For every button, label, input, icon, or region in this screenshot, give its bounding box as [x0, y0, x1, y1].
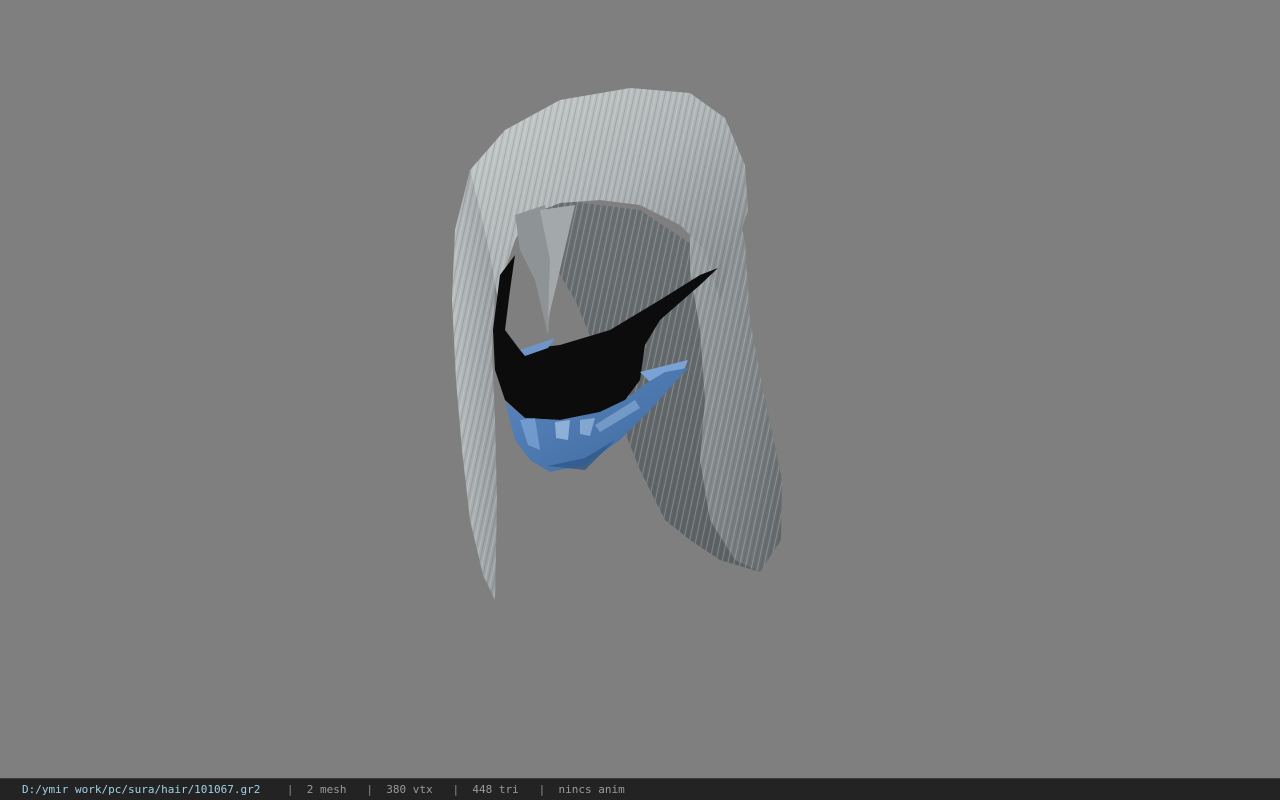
mesh-count: 2 mesh — [306, 783, 347, 796]
triangle-count: 448 tri — [472, 783, 519, 796]
animation-status: nincs anim — [558, 783, 625, 796]
hair-model-render — [452, 88, 782, 600]
vertex-count: 380 vtx — [386, 783, 433, 796]
file-path: D:/ymir work/pc/sura/hair/101067.gr2 — [22, 783, 261, 796]
status-bar: D:/ymir work/pc/sura/hair/101067.gr2 | 2… — [0, 778, 1280, 800]
3d-viewport[interactable] — [0, 0, 1280, 778]
status-separator: | — [286, 783, 294, 796]
